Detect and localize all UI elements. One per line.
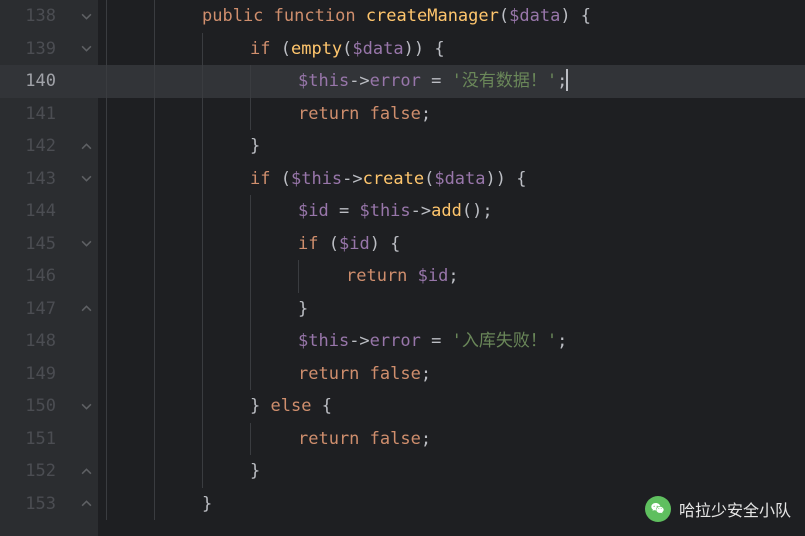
text-cursor: [566, 69, 568, 91]
fold-up-icon[interactable]: [74, 293, 98, 326]
line-number: 144: [0, 195, 74, 228]
fold-empty: [74, 98, 98, 131]
fold-empty: [74, 325, 98, 358]
code-line[interactable]: $id = $this->add();: [98, 195, 805, 228]
fold-up-icon[interactable]: [74, 488, 98, 521]
code-line[interactable]: public function createManager($data) {: [98, 0, 805, 33]
fold-up-icon[interactable]: [74, 130, 98, 163]
code-line[interactable]: $this->error = '入库失败！';: [98, 325, 805, 358]
line-number: 146: [0, 260, 74, 293]
code-area[interactable]: public function createManager($data) {if…: [98, 0, 805, 536]
code-line[interactable]: $this->error = '没有数据！';: [98, 65, 805, 98]
fold-empty: [74, 423, 98, 456]
code-line[interactable]: return false;: [98, 358, 805, 391]
line-number: 139: [0, 33, 74, 66]
line-number: 143: [0, 163, 74, 196]
line-number: 153: [0, 488, 74, 521]
line-number: 147: [0, 293, 74, 326]
fold-down-icon[interactable]: [74, 0, 98, 33]
code-line[interactable]: }: [98, 455, 805, 488]
line-number: 150: [0, 390, 74, 423]
code-line[interactable]: }: [98, 488, 805, 521]
code-line[interactable]: }: [98, 130, 805, 163]
code-line[interactable]: return false;: [98, 423, 805, 456]
line-number: 138: [0, 0, 74, 33]
line-number: 140: [0, 65, 74, 98]
line-number: 149: [0, 358, 74, 391]
line-number: 152: [0, 455, 74, 488]
code-line[interactable]: if ($this->create($data)) {: [98, 163, 805, 196]
line-number: 142: [0, 130, 74, 163]
fold-down-icon[interactable]: [74, 33, 98, 66]
line-number: 151: [0, 423, 74, 456]
fold-down-icon[interactable]: [74, 390, 98, 423]
line-number: 148: [0, 325, 74, 358]
fold-empty: [74, 260, 98, 293]
line-number-gutter: 1381391401411421431441451461471481491501…: [0, 0, 74, 536]
code-line[interactable]: }: [98, 293, 805, 326]
code-editor[interactable]: 1381391401411421431441451461471481491501…: [0, 0, 805, 536]
code-line[interactable]: if ($id) {: [98, 228, 805, 261]
code-line[interactable]: if (empty($data)) {: [98, 33, 805, 66]
line-number: 145: [0, 228, 74, 261]
fold-column: [74, 0, 98, 536]
code-line[interactable]: } else {: [98, 390, 805, 423]
fold-empty: [74, 65, 98, 98]
fold-empty: [74, 195, 98, 228]
fold-up-icon[interactable]: [74, 455, 98, 488]
code-line[interactable]: return $id;: [98, 260, 805, 293]
fold-down-icon[interactable]: [74, 163, 98, 196]
fold-down-icon[interactable]: [74, 228, 98, 261]
code-line[interactable]: return false;: [98, 98, 805, 131]
fold-empty: [74, 358, 98, 391]
line-number: 141: [0, 98, 74, 131]
